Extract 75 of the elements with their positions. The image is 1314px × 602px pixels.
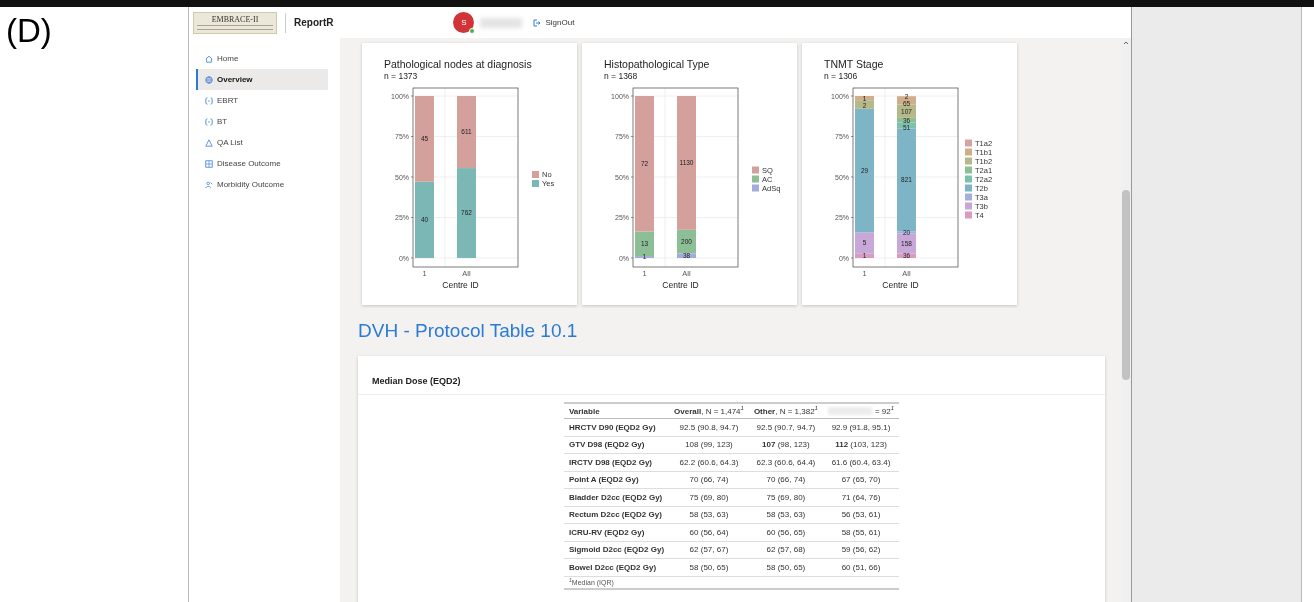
table-cell: 67 (65, 70) — [822, 471, 900, 489]
person-icon — [205, 180, 213, 189]
table-cell: 62.3 (60.6, 64.4) — [748, 453, 823, 471]
table-cell: GTV D98 (EQD2 Gy) — [563, 436, 670, 454]
table-cell: 58 (53, 63) — [748, 506, 823, 524]
table-cell: 59 (56, 62) — [822, 541, 900, 559]
scroll-thumb[interactable] — [1122, 190, 1130, 380]
redaction-blur — [480, 17, 523, 28]
table-cell: 62 (57, 68) — [748, 541, 823, 559]
chart-title: Pathological nodes at diagnosis — [384, 58, 532, 70]
table-cell: 92.5 (90.8, 94.7) — [669, 418, 749, 436]
logo: EMBRACE-II — [193, 11, 277, 34]
chart-title: Histopathological Type — [604, 58, 710, 70]
sidebar-item[interactable]: EBRT — [196, 90, 328, 111]
table-cell: Point A (EQD2 Gy) — [563, 471, 670, 489]
table-cell: 75 (69, 80) — [748, 488, 823, 506]
table-cell: 60 (51, 66) — [822, 558, 900, 576]
table-cell: 58 (50, 65) — [748, 558, 823, 576]
table-cell: 70 (66, 74) — [748, 471, 823, 489]
sidebar-item[interactable]: Disease Outcome — [196, 153, 328, 174]
column-header: Overall, N = 1,474$^{1}$ — [674, 406, 744, 416]
sidebar-item[interactable]: Morbidity Outcome — [196, 174, 328, 195]
sidebar-item[interactable]: BT — [196, 111, 328, 132]
scrollbar[interactable] — [1121, 38, 1131, 602]
table-cell: Rectum D2cc (EQD2 Gy) — [563, 506, 670, 524]
sample-size-label: n = 1306 — [824, 71, 858, 81]
table-cell: 75 (69, 80) — [669, 488, 749, 506]
triangle-icon — [205, 138, 213, 147]
avatar[interactable]: S — [453, 12, 475, 33]
table-cell: Bowel D2cc (EQD2 Gy) — [563, 558, 670, 576]
table-cell: 58 (55, 61) — [822, 523, 900, 541]
table-cell: 92.5 (90.7, 94.7) — [748, 418, 823, 436]
braces-icon — [205, 117, 213, 126]
globe-icon — [205, 75, 213, 84]
table-cell: 62.2 (60.6, 64.3) — [669, 453, 749, 471]
table-cell: 108 (99, 123) — [669, 436, 749, 454]
x-axis-title: Centre ID — [662, 280, 699, 290]
sidebar-item[interactable]: Home — [196, 48, 328, 69]
table-cell: 92.9 (91.8, 95.1) — [822, 418, 900, 436]
table-cell: 71 (64, 76) — [822, 488, 900, 506]
column-header: Other, N = 1,382$^{1}$ — [753, 406, 818, 416]
table-cell: HRCTV D90 (EQD2 Gy) — [563, 418, 670, 436]
table-cell: ICRU-RV (EQD2 Gy) — [563, 523, 670, 541]
x-axis-title: Centre ID — [882, 280, 919, 290]
table-cell: 56 (53, 61) — [822, 506, 900, 524]
sidebar-item[interactable]: Overview — [196, 69, 328, 90]
table-cell: 60 (56, 65) — [748, 523, 823, 541]
grid-icon — [205, 159, 213, 168]
table-cell: 62 (57, 67) — [669, 541, 749, 559]
sign-out-icon[interactable] — [533, 18, 542, 27]
table-cell: 58 (50, 65) — [669, 558, 749, 576]
chart-title: TNMT Stage — [824, 58, 884, 70]
sidebar-item[interactable]: QA List — [196, 132, 328, 153]
sample-size-label: n = 1373 — [384, 71, 418, 81]
section-title: DVH - Protocol Table 10.1 — [358, 320, 578, 342]
column-header: Variable — [568, 406, 600, 416]
app-name: ReportR — [294, 17, 334, 28]
table-cell: 60 (56, 64) — [669, 523, 749, 541]
sample-size-label: n = 1368 — [604, 71, 638, 81]
table-cell: Bladder D2cc (EQD2 Gy) — [563, 488, 670, 506]
scroll-up-icon[interactable] — [1123, 40, 1129, 46]
figure-label: (D) — [6, 11, 52, 51]
column-header: = 92$^{1}$ — [874, 406, 895, 416]
table-cell: IRCTV D98 (EQD2 Gy) — [563, 453, 670, 471]
x-axis-title: Centre ID — [442, 280, 479, 290]
sign-out-link[interactable]: SignOut — [545, 18, 575, 27]
card-title: Median Dose (EQD2) — [372, 376, 461, 386]
table-cell: 112 (103, 123) — [822, 436, 900, 454]
table-cell: 107 (98, 123) — [748, 436, 823, 454]
table-cell: Sigmoid D2cc (EQD2 Gy) — [563, 541, 670, 559]
table-cell: 61.6 (60.4, 63.4) — [822, 453, 900, 471]
table-cell: 70 (66, 74) — [669, 471, 749, 489]
braces-icon — [205, 96, 213, 105]
table-cell: 58 (53, 63) — [669, 506, 749, 524]
home-icon — [205, 54, 213, 63]
